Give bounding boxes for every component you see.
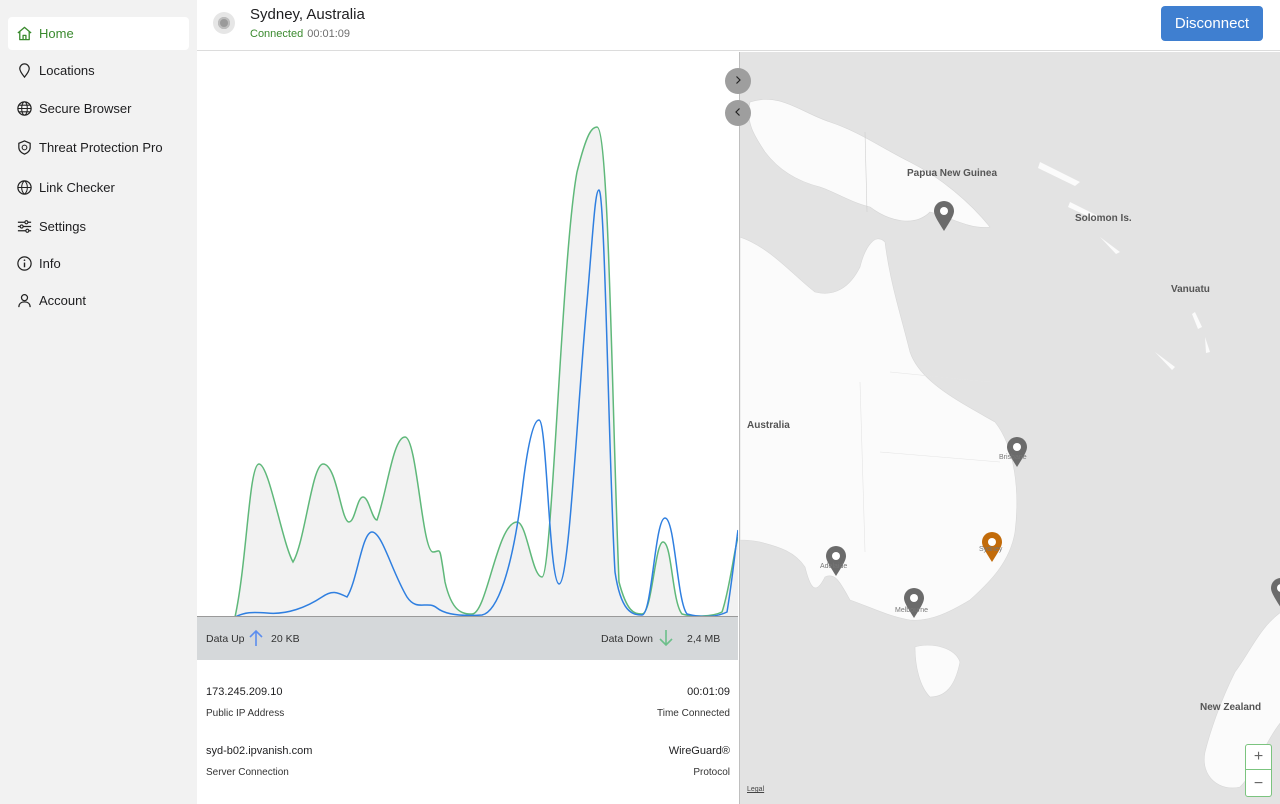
map-label-vanuatu: Vanuatu: [1171, 284, 1210, 295]
sidebar-item-label: Link Checker: [39, 180, 115, 195]
location-title: Sydney, Australia: [250, 6, 365, 23]
sidebar-item-label: Settings: [39, 219, 86, 234]
disconnect-button[interactable]: Disconnect: [1161, 6, 1263, 41]
map-label-sydney: Sydney: [979, 546, 1003, 553]
sidebar-item-label: Account: [39, 293, 86, 308]
chevron-right-icon: [733, 72, 743, 90]
map-pin-adelaide[interactable]: [825, 545, 847, 577]
server-map[interactable]: Papua New Guinea Solomon Is. Vanuatu Aus…: [739, 52, 1280, 804]
sidebar-item-label: Threat Protection Pro: [39, 140, 163, 155]
sidebar-item-account[interactable]: Account: [8, 284, 189, 317]
server-label: Server Connection: [206, 767, 289, 778]
map-zoom-control: + −: [1245, 744, 1272, 797]
zoom-out-button[interactable]: −: [1246, 771, 1271, 796]
sidebar-item-settings[interactable]: Settings: [8, 210, 189, 243]
public-ip-label: Public IP Address: [206, 708, 285, 719]
person-icon: [15, 292, 33, 310]
map-land: [740, 98, 1280, 789]
sidebar-item-threat-protection[interactable]: Threat Protection Pro: [8, 131, 189, 164]
home-icon: [15, 25, 33, 43]
protocol-value: WireGuard®: [668, 745, 730, 757]
data-up-label: Data Up: [206, 633, 245, 645]
info-icon: [15, 255, 33, 273]
sidebar-item-home[interactable]: Home: [8, 17, 189, 50]
data-down-value: 2,4 MB: [687, 633, 721, 645]
sidebar-item-label: Info: [39, 256, 61, 271]
status-text: Connected: [250, 28, 304, 40]
collapse-map-button[interactable]: [725, 100, 751, 126]
server-value: syd-b02.ipvanish.com: [206, 745, 313, 757]
public-ip-value: 173.245.209.10: [206, 686, 283, 698]
map-legal-link[interactable]: Legal: [747, 786, 764, 793]
data-usage-bar: Data Up 20 KB Data Down 2,4 MB: [197, 617, 738, 660]
sidebar: Home Locations Secure Browser Threat Pro…: [0, 0, 197, 804]
shield-icon: [15, 139, 33, 157]
zoom-in-button[interactable]: +: [1246, 745, 1271, 770]
globe-icon: [15, 100, 33, 118]
sidebar-item-locations[interactable]: Locations: [8, 54, 189, 87]
download-area: [235, 127, 738, 617]
connection-header: Sydney, Australia Connected 00:01:09 Disc…: [197, 0, 1280, 51]
chevron-left-icon: [733, 104, 743, 122]
expand-map-button[interactable]: [725, 68, 751, 94]
map-label-png: Papua New Guinea: [907, 168, 998, 179]
sliders-icon: [15, 218, 33, 236]
connection-details: 173.245.209.10 Public IP Address 00:01:0…: [197, 660, 738, 804]
map-label-brisbane: Brisbane: [999, 454, 1027, 461]
arrow-up-icon: [248, 629, 264, 650]
sidebar-item-label: Home: [39, 26, 74, 41]
connection-timer: 00:01:09: [307, 28, 351, 40]
sidebar-item-link-checker[interactable]: Link Checker: [8, 171, 189, 204]
map-label-solomon: Solomon Is.: [1075, 213, 1132, 224]
globe-link-icon: [15, 179, 33, 197]
map-label-melbourne: Melbourne: [895, 607, 929, 614]
data-down-label: Data Down: [601, 633, 653, 645]
sidebar-item-label: Secure Browser: [39, 101, 132, 116]
location-pin-icon: [15, 62, 33, 80]
map-pin-melbourne[interactable]: [903, 587, 925, 619]
connection-status-indicator: [213, 12, 235, 34]
traffic-graph-canvas: [197, 126, 738, 617]
map-label-new-zealand: New Zealand: [1200, 702, 1262, 713]
arrow-down-icon: [658, 629, 674, 650]
time-connected-label: Time Connected: [657, 708, 730, 719]
traffic-graph: [197, 52, 738, 617]
map-pin-brisbane[interactable]: [1006, 436, 1028, 468]
map-pin-auckland[interactable]: [1270, 577, 1280, 609]
data-up-value: 20 KB: [271, 633, 300, 645]
sidebar-item-secure-browser[interactable]: Secure Browser: [8, 92, 189, 125]
connection-status-line: Connected 00:01:09: [250, 28, 350, 40]
map-label-australia: Australia: [747, 420, 790, 431]
protocol-label: Protocol: [693, 767, 730, 778]
time-connected-value: 00:01:09: [687, 686, 730, 698]
map-pin-png[interactable]: [933, 200, 955, 232]
map-label-adelaide: Adelaide: [820, 563, 848, 570]
sidebar-item-info[interactable]: Info: [8, 247, 189, 280]
sidebar-item-label: Locations: [39, 63, 95, 78]
